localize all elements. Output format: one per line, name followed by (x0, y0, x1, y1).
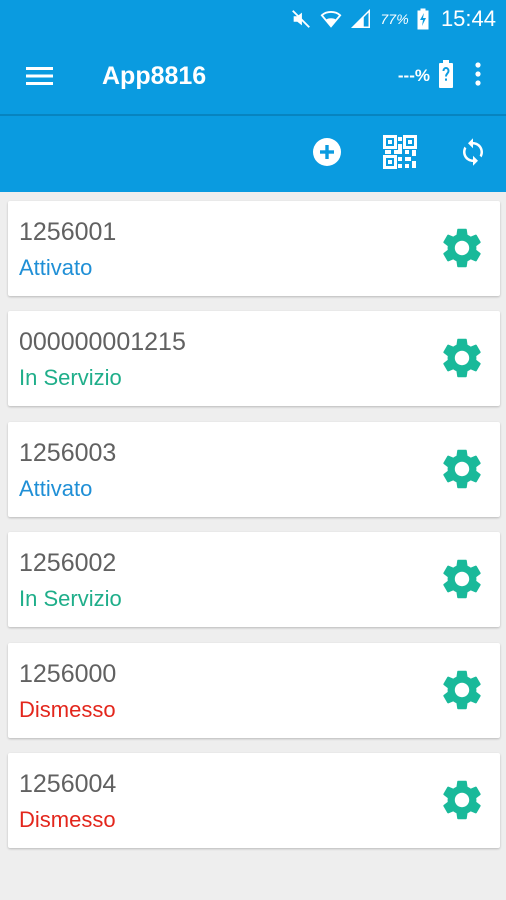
gear-icon (438, 228, 486, 276)
device-card[interactable]: 1256003 Attivato (8, 421, 500, 517)
qr-code-icon (383, 134, 417, 174)
device-id: 1256001 (19, 218, 117, 246)
more-vert-icon[interactable] (474, 61, 482, 92)
status-icons: 77% 15:44 (290, 0, 496, 38)
device-card[interactable]: 000000001215 In Servizio (8, 311, 500, 407)
device-id: 000000001215 (19, 328, 186, 357)
device-id: 1256002 (19, 549, 117, 578)
add-circle-icon (312, 137, 342, 172)
device-status: Dismesso (19, 696, 116, 722)
app-bar: App8816 ---% (0, 38, 506, 114)
device-id: 1256000 (19, 659, 117, 688)
device-card[interactable]: 1256000 Dismesso (8, 642, 500, 738)
sync-icon (458, 137, 488, 172)
add-device-button[interactable] (307, 134, 347, 174)
device-list: 1256001 Attivato 000000001215 In Servizi… (8, 201, 500, 863)
action-toolbar (0, 116, 506, 192)
device-status: In Servizio (19, 586, 122, 612)
device-settings-button[interactable] (438, 334, 486, 382)
device-status: Dismesso (19, 806, 116, 832)
battery-charging-icon (417, 8, 429, 30)
device-settings-button[interactable] (438, 776, 486, 824)
device-status: In Servizio (19, 365, 122, 391)
device-status: Attivato (19, 255, 93, 280)
battery-unknown-icon (438, 59, 454, 93)
gear-icon (438, 339, 486, 386)
device-card[interactable]: 1256001 Attivato (8, 201, 500, 296)
device-id: 1256003 (19, 438, 117, 467)
device-id: 1256004 (19, 769, 117, 798)
device-settings-button[interactable] (438, 666, 486, 714)
device-card[interactable]: 1256002 In Servizio (8, 532, 500, 628)
app-title: App8816 (102, 62, 207, 90)
app-bar-actions: ---% (398, 58, 482, 94)
sync-button[interactable] (453, 134, 493, 174)
gear-icon (438, 780, 486, 828)
scan-qr-button[interactable] (380, 134, 420, 174)
hamburger-menu-icon[interactable] (26, 62, 54, 90)
device-battery-text: ---% (397, 66, 430, 85)
battery-percent: 77% (380, 11, 409, 27)
gear-icon (438, 559, 486, 607)
gear-icon (438, 670, 486, 718)
mute-icon (290, 8, 312, 30)
device-settings-button[interactable] (438, 555, 486, 603)
device-settings-button[interactable] (438, 445, 486, 493)
device-settings-button[interactable] (438, 224, 486, 272)
clock: 15:44 (440, 6, 496, 31)
signal-icon (350, 8, 372, 30)
wifi-icon (320, 8, 342, 30)
status-bar: 77% 15:44 (0, 0, 506, 38)
device-status: Attivato (19, 475, 93, 501)
device-card[interactable]: 1256004 Dismesso (8, 752, 500, 848)
gear-icon (438, 449, 486, 497)
